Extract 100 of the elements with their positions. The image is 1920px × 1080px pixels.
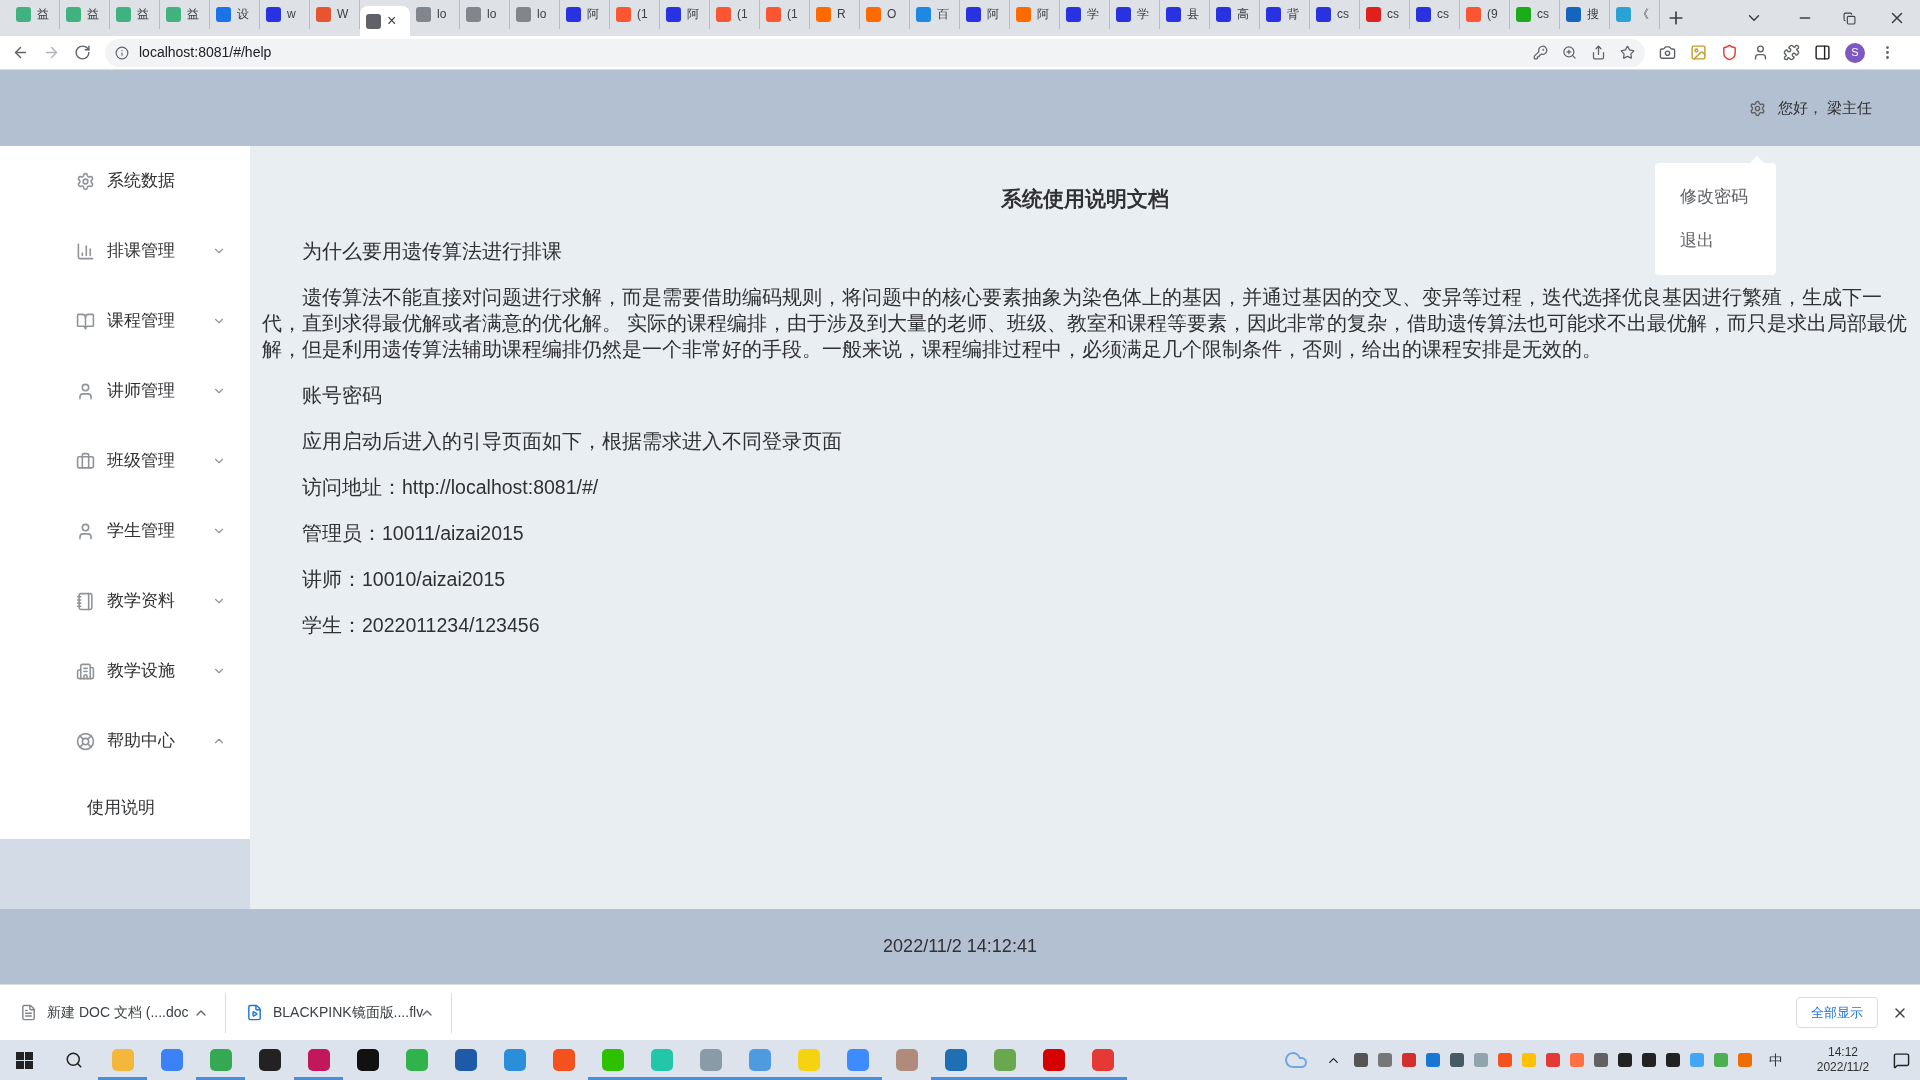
tray-icon[interactable]: [1666, 1053, 1680, 1067]
browser-tab[interactable]: 阿: [1010, 0, 1060, 29]
tab-title: R: [837, 6, 846, 23]
browser-tab[interactable]: cs: [1410, 0, 1460, 29]
tab-title: 阿: [587, 6, 599, 23]
windows-start-icon[interactable]: [16, 1051, 33, 1069]
bookmark-star-icon[interactable]: [1620, 45, 1635, 60]
browser-tab[interactable]: cs: [1360, 0, 1410, 29]
tray-icon[interactable]: [1450, 1053, 1464, 1067]
menu-item-icon: [76, 241, 95, 261]
browser-tab[interactable]: 益: [110, 0, 160, 29]
document-file-icon: [20, 1004, 37, 1021]
browser-tab[interactable]: 学: [1060, 0, 1110, 29]
browser-tab[interactable]: 阿: [960, 0, 1010, 29]
browser-tab[interactable]: w: [260, 0, 310, 29]
image-icon[interactable]: [1690, 44, 1707, 61]
tray-icon[interactable]: [1642, 1053, 1656, 1067]
tab-title: 百: [937, 6, 949, 23]
menu-item-icon: [76, 171, 95, 191]
sidebar-item[interactable]: 教学设施: [0, 636, 250, 706]
taskbar-clock[interactable]: 14:12 2022/11/2: [1803, 1045, 1883, 1075]
browser-tab[interactable]: lo: [510, 0, 560, 29]
download-item[interactable]: 新建 DOC 文档 (....doc: [0, 992, 226, 1033]
browser-tab[interactable]: lo: [460, 0, 510, 29]
notification-icon[interactable]: [1893, 1051, 1910, 1069]
key-icon[interactable]: [1533, 45, 1548, 60]
menu-item-icon: [76, 451, 95, 471]
sidebar-item[interactable]: 学生管理: [0, 496, 250, 566]
browser-tab[interactable]: (9: [1460, 0, 1510, 29]
browser-tab[interactable]: 益: [60, 0, 110, 29]
sidebar-item[interactable]: 系统数据: [0, 146, 250, 216]
browser-tab[interactable]: 背: [1260, 0, 1310, 29]
tab-title: lo: [537, 6, 547, 23]
tab-title: (1: [637, 6, 648, 23]
ime-indicator[interactable]: 中: [1769, 1049, 1783, 1071]
browser-tab[interactable]: (1: [610, 0, 660, 29]
dropdown-menu-item[interactable]: 修改密码: [1655, 175, 1776, 219]
tab-title: (1: [737, 6, 748, 23]
document-paragraph: 管理员：10011/aizai2015: [301, 521, 524, 546]
tab-title: lo: [437, 6, 447, 23]
tray-icon[interactable]: [1594, 1053, 1608, 1067]
menu-item-icon: [76, 731, 95, 751]
dropdown-menu-item[interactable]: 退出: [1655, 219, 1776, 263]
browser-tab[interactable]: 《: [1610, 0, 1660, 29]
browser-tab[interactable]: 百: [910, 0, 960, 29]
share-icon[interactable]: [1591, 45, 1606, 60]
browser-tab[interactable]: 学: [1110, 0, 1160, 29]
settings-icon[interactable]: [1748, 99, 1766, 117]
browser-tab[interactable]: O: [860, 0, 910, 29]
browser-tab[interactable]: ×: [360, 6, 410, 36]
tab-title: 搜: [1587, 6, 1599, 23]
browser-tab[interactable]: 设: [210, 0, 260, 29]
profile-avatar[interactable]: S: [1845, 42, 1865, 63]
back-icon[interactable]: [12, 44, 29, 61]
tab-close-button[interactable]: ×: [387, 13, 397, 29]
browser-tab[interactable]: (1: [710, 0, 760, 29]
sidebar-subitem[interactable]: 使用说明: [0, 776, 250, 839]
download-item[interactable]: BLACKPINK镜面版....flv: [226, 992, 452, 1033]
tab-title: 益: [87, 6, 99, 23]
side-panel-icon[interactable]: [1814, 44, 1831, 61]
sidebar-item[interactable]: 班级管理: [0, 426, 250, 496]
forward-icon[interactable]: [43, 44, 60, 61]
show-all-button[interactable]: 全部显示: [1796, 997, 1878, 1028]
tab-title: cs: [1437, 6, 1449, 23]
browser-tab[interactable]: W: [310, 0, 360, 29]
menu-item-icon: [76, 311, 95, 331]
tab-title: 益: [37, 6, 49, 23]
browser-tab[interactable]: cs: [1310, 0, 1360, 29]
tab-title: 阿: [687, 6, 699, 23]
browser-tab[interactable]: 阿: [660, 0, 710, 29]
menu-item-icon: [76, 381, 95, 401]
tab-title: 县: [1187, 6, 1199, 23]
info-icon[interactable]: [115, 45, 129, 60]
browser-tab[interactable]: 阿: [560, 0, 610, 29]
search-icon[interactable]: [64, 1051, 83, 1069]
tray-icon[interactable]: [1618, 1053, 1632, 1067]
extensions-icon[interactable]: [1783, 44, 1800, 61]
zoom-icon[interactable]: [1562, 45, 1577, 60]
document-paragraph: 访问地址：http://localhost:8081/#/: [301, 475, 599, 500]
browser-tab[interactable]: 县: [1160, 0, 1210, 29]
sidebar-item[interactable]: 讲师管理: [0, 356, 250, 426]
restore-icon[interactable]: [1843, 11, 1856, 25]
sidebar-item[interactable]: 帮助中心: [0, 706, 250, 776]
browser-tab[interactable]: 搜: [1560, 0, 1610, 29]
browser-tab[interactable]: (1: [760, 0, 810, 29]
shield-icon[interactable]: [1721, 44, 1738, 61]
browser-tab[interactable]: 益: [160, 0, 210, 29]
browser-tab[interactable]: 益: [10, 0, 60, 29]
browser-tab[interactable]: lo: [410, 0, 460, 29]
user-extension-icon[interactable]: [1752, 44, 1769, 61]
sidebar-item[interactable]: 课程管理: [0, 286, 250, 356]
address-field[interactable]: localhost:8081/#/help: [105, 38, 1645, 67]
tray-icon[interactable]: [1354, 1053, 1368, 1067]
browser-tab[interactable]: cs: [1510, 0, 1560, 29]
browser-tab[interactable]: 高: [1210, 0, 1260, 29]
sidebar-item[interactable]: 排课管理: [0, 216, 250, 286]
sidebar-item[interactable]: 教学资料: [0, 566, 250, 636]
browser-tab[interactable]: R: [810, 0, 860, 29]
camera-icon[interactable]: [1659, 44, 1676, 61]
reload-icon[interactable]: [74, 44, 91, 61]
